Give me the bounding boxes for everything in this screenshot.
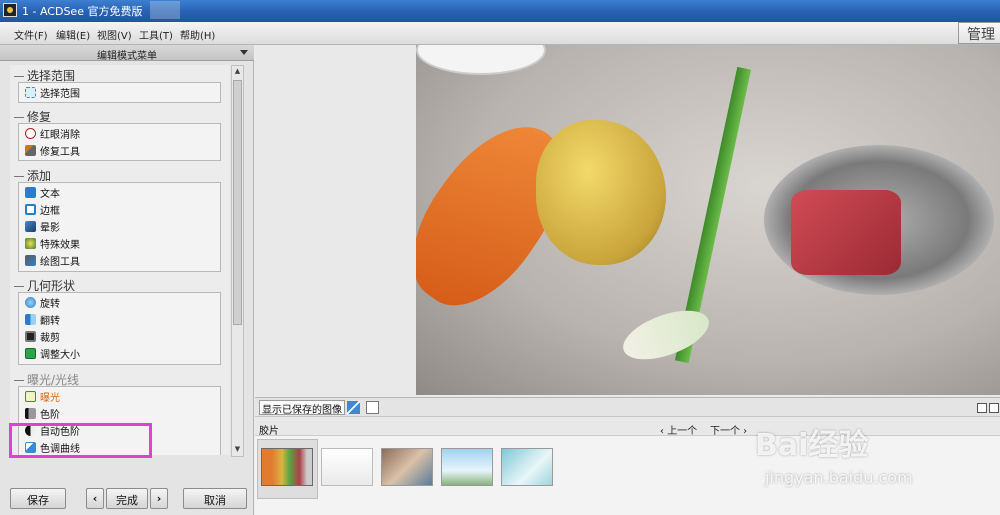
edit-mode-panel: 编辑模式菜单 选择范围 选择范围 修复 红眼消除 修复工具 添加 文本 边框 晕… [0, 45, 254, 515]
title-bar: 1 - ACDSee 官方免费版 [0, 0, 1000, 22]
vignette-icon [25, 221, 36, 232]
levels-icon [25, 408, 36, 419]
section-box-add: 文本 边框 晕影 特殊效果 绘图工具 [18, 182, 221, 272]
text-icon [25, 187, 36, 198]
menu-item-vignette[interactable]: 晕影 [25, 219, 60, 235]
restore-strip-icon[interactable] [989, 403, 999, 413]
scroll-down-icon[interactable]: ▼ [233, 445, 242, 455]
dropdown-arrow-icon[interactable] [240, 50, 248, 55]
photo-meat [791, 190, 901, 275]
cancel-button[interactable]: 取消 [183, 488, 247, 509]
red-eye-icon [25, 128, 36, 139]
panel-header: 编辑模式菜单 [0, 45, 254, 62]
info-icon[interactable] [366, 401, 379, 414]
menu-bar: 文件(F) 编辑(E) 视图(V) 工具(T) 帮助(H) [0, 22, 1000, 45]
frame-icon [25, 204, 36, 215]
menu-item-drawing-tool[interactable]: 绘图工具 [25, 253, 80, 269]
expand-icon[interactable] [347, 401, 360, 414]
edited-photo[interactable] [416, 45, 1000, 395]
edit-action-bar: 保存 ‹ 完成 › 取消 [0, 485, 254, 515]
scroll-thumb[interactable] [233, 80, 242, 325]
menu-item-exposure[interactable]: 曝光 [25, 389, 60, 405]
menu-help[interactable]: 帮助(H) [180, 27, 215, 42]
menu-scrollbar[interactable]: ▲ ▼ [231, 65, 244, 457]
section-box-repair: 红眼消除 修复工具 [18, 123, 221, 161]
menu-item-levels[interactable]: 色阶 [25, 406, 60, 422]
save-button[interactable]: 保存 [10, 488, 66, 509]
photo-onion-bulb [616, 300, 716, 370]
rotate-icon [25, 297, 36, 308]
menu-tools[interactable]: 工具(T) [139, 27, 173, 42]
flip-icon [25, 314, 36, 325]
show-saved-image-button[interactable]: 显示已保存的图像 [259, 400, 345, 416]
thumbnail-bike[interactable] [441, 448, 493, 486]
menu-view[interactable]: 视图(V) [97, 27, 132, 42]
acdsee-app-icon [3, 3, 17, 17]
window-title: 1 - ACDSee 官方免费版 [22, 5, 143, 18]
menu-item-red-eye[interactable]: 红眼消除 [25, 126, 80, 142]
menu-file[interactable]: 文件(F) [14, 27, 48, 42]
thumbnail-vegetables[interactable] [261, 448, 313, 486]
thumbnail-people[interactable] [381, 448, 433, 486]
resize-icon [25, 348, 36, 359]
exposure-highlight-box [9, 423, 152, 458]
scroll-up-icon[interactable]: ▲ [233, 67, 242, 77]
crop-icon [25, 331, 36, 342]
select-range-icon [25, 87, 36, 98]
thumbnail-sky[interactable] [501, 448, 553, 486]
photo-potato [536, 120, 666, 265]
prev-step-button[interactable]: ‹ [86, 488, 104, 509]
menu-item-special-effect[interactable]: 特殊效果 [25, 236, 80, 252]
menu-item-select-range[interactable]: 选择范围 [25, 85, 80, 101]
menu-item-frame[interactable]: 边框 [25, 202, 60, 218]
menu-edit[interactable]: 编辑(E) [56, 27, 90, 42]
special-effect-icon [25, 238, 36, 249]
title-tab [150, 1, 180, 19]
menu-item-text[interactable]: 文本 [25, 185, 60, 201]
photo-bowl [416, 45, 546, 75]
watermark-url: jingyan.baidu.com [765, 468, 913, 487]
minimize-strip-icon[interactable] [977, 403, 987, 413]
view-toolbar: 显示已保存的图像 [255, 397, 1000, 417]
manage-mode-button[interactable]: 管理 [958, 22, 1000, 44]
thumbnail-screenshot[interactable] [321, 448, 373, 486]
section-box-selection: 选择范围 [18, 82, 221, 103]
done-button[interactable]: 完成 [106, 488, 148, 509]
menu-item-crop[interactable]: 裁剪 [25, 329, 60, 345]
drawing-tool-icon [25, 255, 36, 266]
next-step-button[interactable]: › [150, 488, 168, 509]
image-viewer [255, 45, 1000, 397]
watermark-logo: Bai经验 [755, 428, 869, 463]
menu-item-repair-tool[interactable]: 修复工具 [25, 143, 80, 159]
repair-tool-icon [25, 145, 36, 156]
baidu-watermark: Bai经验 jingyan.baidu.com [755, 420, 995, 510]
menu-item-flip[interactable]: 翻转 [25, 312, 60, 328]
menu-item-resize[interactable]: 调整大小 [25, 346, 80, 362]
section-box-geometry: 旋转 翻转 裁剪 调整大小 [18, 292, 221, 365]
exposure-icon [25, 391, 36, 402]
panel-header-title: 编辑模式菜单 [97, 51, 157, 62]
edit-menu-list: 选择范围 选择范围 修复 红眼消除 修复工具 添加 文本 边框 晕影 特殊效果 … [10, 65, 230, 455]
menu-item-rotate[interactable]: 旋转 [25, 295, 60, 311]
